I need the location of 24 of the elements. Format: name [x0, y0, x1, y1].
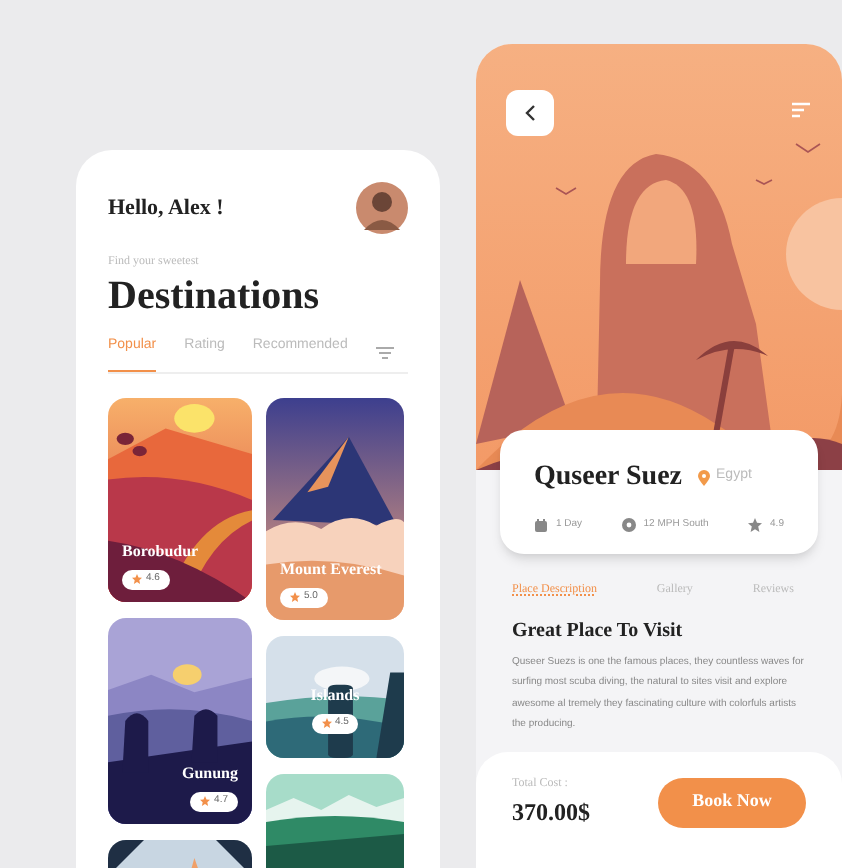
total-cost: 370.00$ — [512, 795, 590, 829]
star-icon — [132, 574, 142, 585]
place-title: Quseer Suez — [534, 460, 683, 496]
menu-icon[interactable] — [792, 102, 810, 118]
avatar — [356, 182, 408, 234]
landscape-drawing — [266, 635, 404, 757]
page-title: Destinations — [108, 272, 322, 320]
destination-name: Gunung — [181, 762, 238, 786]
book-now-button[interactable]: Book Now — [658, 777, 806, 827]
landscape-drawing — [266, 773, 404, 868]
filter-icon[interactable] — [375, 346, 394, 361]
back-button[interactable] — [506, 90, 554, 136]
star-icon — [748, 518, 763, 533]
destination-name: Mount Everest — [280, 558, 382, 582]
location-pin-icon — [698, 469, 711, 485]
compass-icon — [621, 518, 636, 533]
back-icon — [524, 104, 536, 122]
greeting: Hello, Alex ! — [108, 193, 224, 224]
star-icon — [290, 592, 300, 603]
section-heading: Great Place To Visit — [512, 617, 685, 645]
star-icon — [200, 796, 211, 807]
destination-name: Borobudur — [122, 540, 199, 564]
star-icon — [321, 718, 332, 729]
calendar-icon — [534, 518, 548, 533]
